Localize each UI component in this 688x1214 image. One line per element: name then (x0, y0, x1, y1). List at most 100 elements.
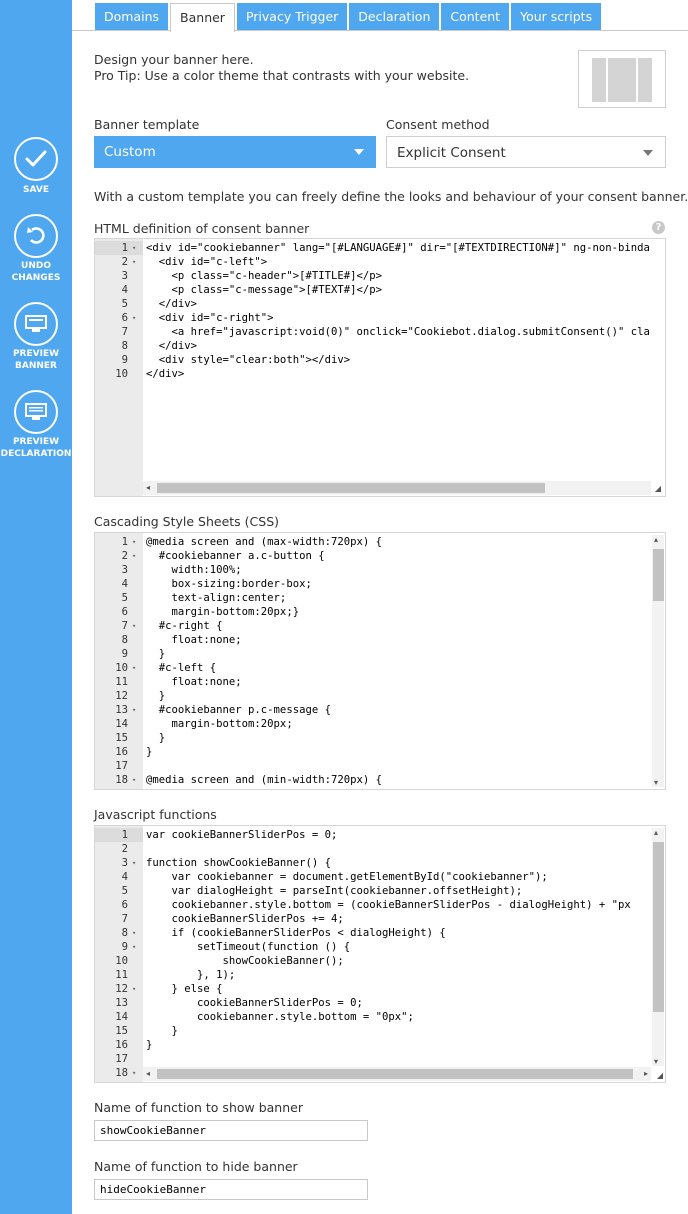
code-line[interactable]: 5 text-align:center; (95, 591, 665, 605)
code-line[interactable]: 7 cookieBannerSliderPos += 4; (95, 912, 665, 926)
scroll-left-icon[interactable]: ◂ (146, 483, 150, 492)
code-line[interactable]: 6 cookiebanner.style.bottom = (cookieBan… (95, 898, 665, 912)
code-line[interactable]: 9 } (95, 647, 665, 661)
code-line[interactable]: 18 ▾ (95, 1066, 665, 1080)
tab-declaration[interactable]: Declaration (349, 3, 440, 30)
code-line[interactable]: 6 margin-bottom:20px;} (95, 605, 665, 619)
save-button[interactable]: SAVE (0, 137, 72, 196)
code-line[interactable]: 3 width:100%; (95, 563, 665, 577)
fold-arrow-icon[interactable]: ▾ (132, 255, 136, 269)
tab-domains[interactable]: Domains (95, 3, 169, 30)
code-line[interactable]: 10 showCookieBanner(); (95, 954, 665, 968)
fold-arrow-icon[interactable]: ▾ (132, 856, 136, 870)
fold-arrow-icon[interactable]: ▾ (132, 1066, 136, 1080)
code-line[interactable]: 11 float:none; (95, 675, 665, 689)
horizontal-scrollbar[interactable]: ◂ (143, 481, 651, 495)
code-text: </div> (146, 368, 185, 380)
js-code-editor[interactable]: ▴ ▾ ◂ ▸ ◢ 1 var cookieBannerSliderPos = 0… (94, 825, 666, 1083)
code-line[interactable]: 7 ▾ #c-right { (95, 619, 665, 633)
code-line[interactable]: 8 </div> (95, 339, 665, 353)
fold-arrow-icon[interactable]: ▾ (132, 926, 136, 940)
code-line[interactable]: 12 } (95, 689, 665, 703)
fold-arrow-icon[interactable]: ▾ (132, 241, 136, 255)
line-number: 8 (121, 340, 128, 352)
code-line[interactable]: 9 <div style="clear:both"></div> (95, 353, 665, 367)
code-line[interactable]: 15 } (95, 731, 665, 745)
show-function-input[interactable]: showCookieBanner (94, 1120, 368, 1141)
line-number: 16 (115, 1039, 128, 1051)
fold-arrow-icon[interactable]: ▾ (132, 940, 136, 954)
code-line[interactable]: 4 <p class="c-message">[#TEXT#]</p> (95, 283, 665, 297)
code-line[interactable]: 4 box-sizing:border-box; (95, 577, 665, 591)
code-text: <p class="c-header">[#TITLE#]</p> (146, 270, 383, 282)
line-number: 11 (115, 676, 128, 688)
fold-arrow-icon[interactable]: ▾ (132, 661, 136, 675)
fold-arrow-icon[interactable]: ▾ (132, 773, 136, 787)
chevron-down-icon (643, 150, 653, 156)
fold-arrow-icon[interactable]: ▾ (132, 982, 136, 996)
code-text: <div id="c-left"> (146, 256, 268, 268)
hide-function-input[interactable]: hideCookieBanner (94, 1179, 368, 1200)
code-text: } (146, 746, 153, 758)
code-line[interactable]: 4 var cookiebanner = document.getElement… (95, 870, 665, 884)
fold-arrow-icon[interactable]: ▾ (132, 619, 136, 633)
code-line[interactable]: 1 ▾ <div id="cookiebanner" lang="[#LANGUAG… (95, 241, 665, 255)
code-line[interactable]: 3 ▾ function showCookieBanner() { (95, 856, 665, 870)
code-line[interactable]: 8 float:none; (95, 633, 665, 647)
undo-changes-button[interactable]: UNDO CHANGES (0, 214, 72, 284)
code-line[interactable]: 18 ▾ @media screen and (min-width:720px) { (95, 773, 665, 787)
code-text: cookieBannerSliderPos = 0; (146, 997, 363, 1009)
tab-privacy-trigger[interactable]: Privacy Trigger (236, 3, 348, 30)
css-code-editor[interactable]: ▴ ▾ 1 ▾ @media screen and (max-width:720px… (94, 532, 666, 790)
code-line[interactable]: 3 <p class="c-header">[#TITLE#]</p> (95, 269, 665, 283)
fold-arrow-icon[interactable]: ▾ (132, 549, 136, 563)
code-line[interactable]: 5 var dialogHeight = parseInt(cookiebann… (95, 884, 665, 898)
code-line[interactable]: 6 ▾ <div id="c-right"> (95, 311, 665, 325)
line-number: 6 (121, 899, 128, 911)
code-line[interactable]: 9 ▾ setTimeout(function () { (95, 940, 665, 954)
code-line[interactable]: 10 ▾ #c-left { (95, 661, 665, 675)
code-text: text-align:center; (146, 592, 287, 604)
code-line[interactable]: 17 (95, 1052, 665, 1066)
code-line[interactable]: 12 ▾ } else { (95, 982, 665, 996)
fold-arrow-icon[interactable]: ▾ (132, 311, 136, 325)
resize-handle-icon[interactable]: ◢ (655, 484, 661, 493)
code-line[interactable]: 16} (95, 1038, 665, 1052)
line-number: 10 (115, 955, 128, 967)
code-line[interactable]: 1 var cookieBannerSliderPos = 0; (95, 828, 665, 842)
tab-your-scripts[interactable]: Your scripts (511, 3, 602, 30)
banner-template-select[interactable]: Custom (94, 136, 376, 168)
code-line[interactable]: 13 cookieBannerSliderPos = 0; (95, 996, 665, 1010)
help-icon[interactable]: ? (652, 221, 665, 234)
code-line[interactable]: 15 } (95, 1024, 665, 1038)
fold-arrow-icon[interactable]: ▾ (132, 535, 136, 549)
line-number: 3 (121, 270, 128, 282)
code-line[interactable]: 14 cookiebanner.style.bottom = "0px"; (95, 1010, 665, 1024)
code-line[interactable]: 2 (95, 842, 665, 856)
code-line[interactable]: 14 margin-bottom:20px; (95, 717, 665, 731)
monitor-icon (14, 302, 58, 346)
code-line[interactable]: 10 </div> (95, 367, 665, 381)
fold-arrow-icon[interactable]: ▾ (132, 703, 136, 717)
code-line[interactable]: 2 ▾ <div id="c-left"> (95, 255, 665, 269)
preview-banner-button[interactable]: PREVIEW BANNER (0, 302, 72, 372)
code-line[interactable]: 11 }, 1); (95, 968, 665, 982)
line-number: 9 (121, 941, 128, 953)
code-line[interactable]: 5 </div> (95, 297, 665, 311)
line-number: 18 (115, 1067, 128, 1079)
preview-declaration-button[interactable]: PREVIEW DECLARATION (0, 390, 72, 460)
code-text: }, 1); (146, 969, 236, 981)
code-line[interactable]: 17 (95, 759, 665, 773)
consent-method-select[interactable]: Explicit Consent (386, 136, 666, 168)
tab-banner[interactable]: Banner (170, 3, 235, 32)
code-line[interactable]: 8 ▾ if (cookieBannerSliderPos < dialogHei… (95, 926, 665, 940)
line-number: 9 (121, 354, 128, 366)
line-number: 5 (121, 885, 128, 897)
code-line[interactable]: 13 ▾ #cookiebanner p.c-message { (95, 703, 665, 717)
code-line[interactable]: 2 ▾ #cookiebanner a.c-button { (95, 549, 665, 563)
code-line[interactable]: 1 ▾ @media screen and (max-width:720px) { (95, 535, 665, 549)
code-line[interactable]: 16} (95, 745, 665, 759)
code-line[interactable]: 7 <a href="javascript:void(0)" onclick="… (95, 325, 665, 339)
html-code-editor[interactable]: ◂ ◢ 1 ▾ <div id="cookiebanner" lang="[#LAN… (94, 238, 666, 497)
tab-content[interactable]: Content (441, 3, 510, 30)
